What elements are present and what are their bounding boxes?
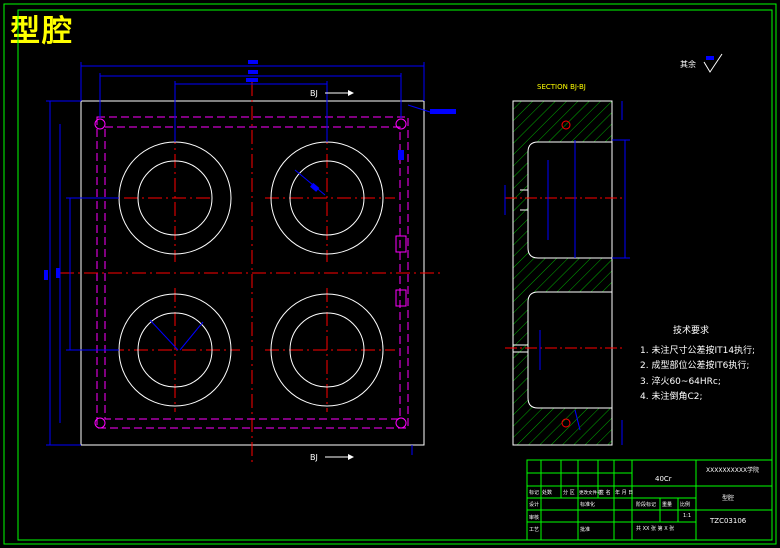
tech-heading: 技术要求 (673, 324, 709, 336)
design-label: 设计 (529, 501, 539, 508)
section-view: SECTION BJ-BJ (504, 83, 630, 446)
row-label-4: 签 名 (599, 489, 611, 496)
tech-item-3: 3. 淬火60~64HRc; (640, 375, 721, 387)
row-label-0: 标记 (529, 489, 539, 496)
row-label-1: 处数 (542, 489, 552, 496)
front-view: BJ BJ (44, 60, 456, 462)
stage-label: 阶段标记 (636, 501, 656, 508)
roughness-symbol: 其余 (680, 53, 723, 73)
row-label-2: 分 区 (563, 489, 575, 496)
approve-label: 批准 (580, 526, 590, 533)
outer-border (3, 3, 777, 545)
review-label: 审核 (529, 514, 539, 521)
school: XXXXXXXXXX学院 (706, 466, 759, 474)
cad-drawing-canvas: BJ BJ SECTION BJ-BJ 其余 技术要求 1. 未注尺寸公差按IT… (3, 3, 777, 545)
tech-item-1: 1. 未注尺寸公差按IT14执行; (640, 344, 755, 356)
section-mark-bottom: BJ (310, 453, 354, 462)
tech-item-2: 2. 成型部位公差按IT6执行; (640, 359, 749, 371)
scale-label: 比例 (680, 501, 690, 508)
weight-label: 重量 (662, 501, 672, 508)
tech-requirements: 技术要求 1. 未注尺寸公差按IT14执行; 2. 成型部位公差按IT6执行; … (640, 324, 755, 402)
cavity-circles (118, 141, 384, 407)
material: 40Cr (655, 475, 672, 483)
section-mark-top: BJ (310, 89, 354, 98)
standard-label: 标准化 (580, 501, 595, 508)
svg-text:其余: 其余 (680, 59, 696, 69)
section-body (512, 100, 613, 446)
section-label: SECTION BJ-BJ (537, 83, 586, 91)
svg-text:BJ: BJ (310, 453, 318, 462)
title-block-text: 40Cr XXXXXXXXXX学院 型腔 TZC03106 1:1 共 XX 张… (529, 466, 759, 533)
svg-text:BJ: BJ (310, 89, 318, 98)
part-name: 型腔 (722, 494, 734, 502)
drawing-no: TZC03106 (709, 517, 747, 525)
front-dim-texts (44, 60, 456, 280)
row-label-5: 年 月 日 (615, 489, 633, 496)
process-label: 工艺 (529, 527, 539, 533)
sheet: 共 XX 张 第 X 张 (636, 525, 674, 532)
centerlines (60, 82, 440, 462)
scale: 1:1 (683, 513, 691, 519)
tech-item-4: 4. 未注倒角C2; (640, 390, 703, 402)
